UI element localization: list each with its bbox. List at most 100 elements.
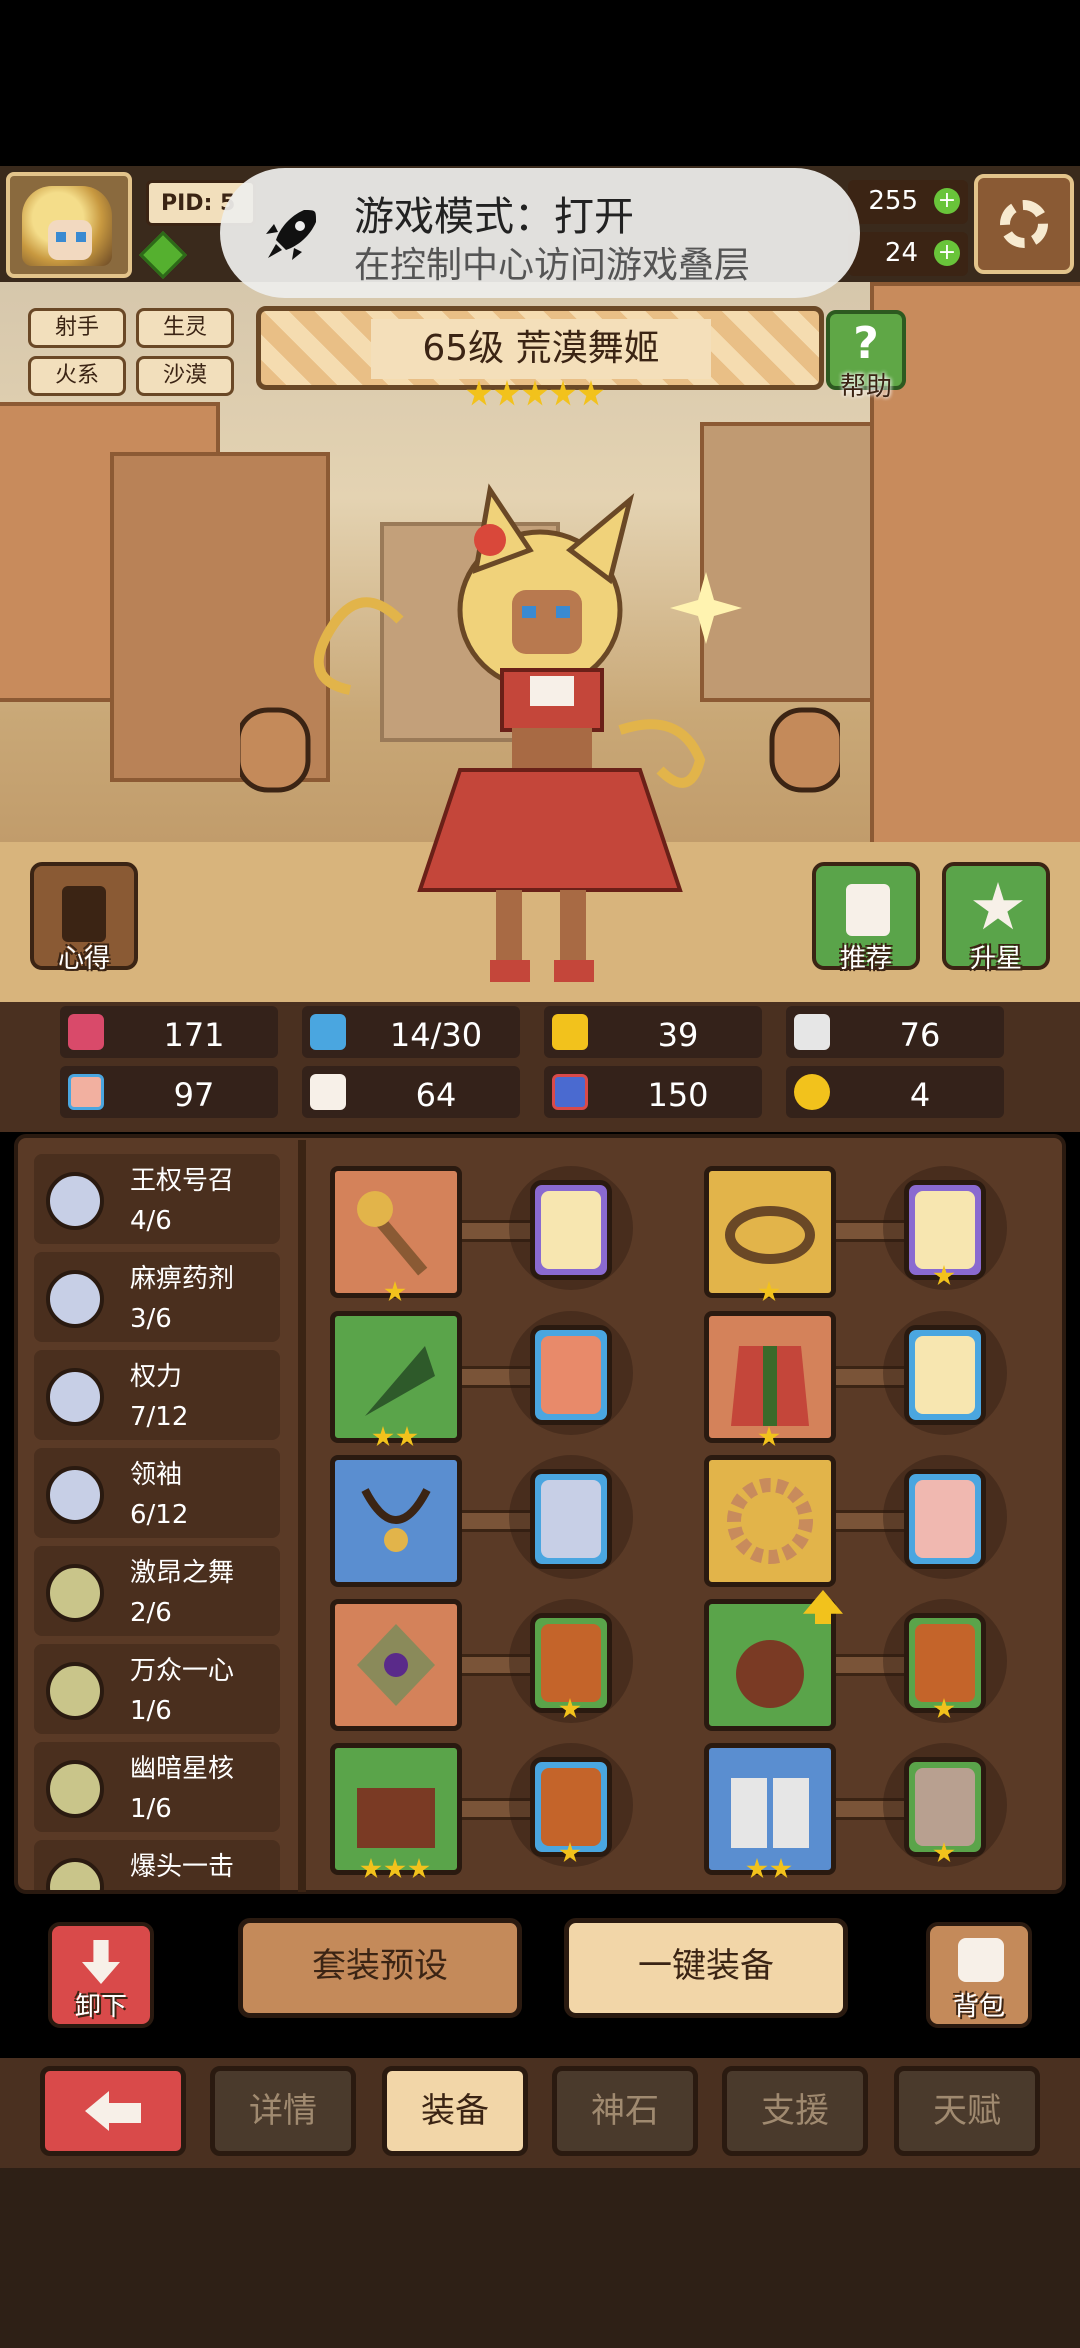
star-icon: [522, 380, 548, 406]
star-icon: [578, 380, 604, 406]
rune-card[interactable]: [530, 1325, 612, 1425]
set-emblem-icon: [46, 1368, 104, 1426]
one-click-equip-button[interactable]: 一键装备: [564, 1918, 848, 2018]
rune-card[interactable]: [530, 1469, 612, 1569]
set-item[interactable]: 王权号召 4/6: [34, 1154, 280, 1244]
unequip-label: 卸下: [74, 1992, 127, 2022]
star-icon: [384, 1858, 406, 1879]
stat-strength: 97: [60, 1066, 278, 1118]
rune-card[interactable]: [904, 1757, 986, 1863]
necklace-slot[interactable]: [330, 1455, 462, 1587]
stat-energy: 14/30: [302, 1006, 520, 1058]
set-item[interactable]: 爆头一击: [34, 1840, 280, 1890]
add-gem-button[interactable]: +: [934, 240, 960, 266]
tab-talent[interactable]: 天赋: [894, 2066, 1040, 2156]
star-icon: [396, 1426, 418, 1447]
add-gold-button[interactable]: +: [934, 188, 960, 214]
stat-speed: 76: [786, 1006, 1004, 1058]
boots-slot[interactable]: [704, 1743, 836, 1879]
pouch-slot[interactable]: [704, 1590, 843, 1731]
chest-slot[interactable]: [330, 1743, 462, 1879]
star-icon: [933, 1265, 955, 1286]
amulet-icon: [357, 1624, 435, 1706]
amulet-slot[interactable]: [330, 1599, 462, 1731]
set-emblem-icon: [46, 1760, 104, 1818]
set-emblem-icon: [46, 1466, 104, 1524]
panel-divider: [298, 1140, 306, 1892]
rune-card[interactable]: [904, 1469, 986, 1569]
star-icon: [933, 1698, 955, 1719]
ring-slot[interactable]: [704, 1455, 836, 1587]
tab-god-stone[interactable]: 神石: [552, 2066, 698, 2156]
down-arrow-icon: [82, 1940, 120, 1984]
bottom-background: [0, 2168, 1080, 2348]
star-icon: [559, 1698, 581, 1719]
weapon-slot[interactable]: [330, 1166, 462, 1302]
necklace-icon: [361, 1488, 431, 1552]
rune-card[interactable]: [530, 1757, 612, 1863]
rune-card[interactable]: [904, 1325, 986, 1425]
hero-star-rating: [466, 380, 614, 416]
set-item[interactable]: 领袖 6/12: [34, 1448, 280, 1538]
tag-region: 沙漠: [136, 356, 234, 396]
unequip-button[interactable]: 卸下: [48, 1922, 154, 2028]
set-preset-button[interactable]: 套装预设: [238, 1918, 522, 2018]
stat-defense: 39: [544, 1006, 762, 1058]
armor-slot[interactable]: [704, 1311, 836, 1447]
backpack-icon: [958, 1938, 1004, 1982]
bottom-tab-bar: 详情 装备 神石 支援 天赋: [0, 2058, 1080, 2168]
boots-icon: [731, 1778, 809, 1848]
book-icon: [310, 1074, 346, 1110]
star-icon: [559, 1842, 581, 1863]
rune-card[interactable]: [530, 1180, 612, 1280]
rune-card[interactable]: [904, 1613, 986, 1719]
hero-character-sprite: [240, 483, 840, 982]
set-emblem-icon: [46, 1662, 104, 1720]
crown-icon: [725, 1206, 815, 1264]
set-item[interactable]: 万众一心 1/6: [34, 1644, 280, 1734]
star-icon: [466, 380, 492, 406]
tag-element: 火系: [28, 356, 126, 396]
tag-race: 生灵: [136, 308, 234, 348]
robe-icon: [731, 1346, 809, 1426]
tab-details[interactable]: 详情: [210, 2066, 356, 2156]
rune-card[interactable]: [530, 1613, 612, 1719]
set-emblem-icon: [46, 1858, 104, 1890]
player-avatar[interactable]: [6, 172, 132, 278]
settings-button[interactable]: [974, 174, 1074, 274]
tab-equipment[interactable]: 装备: [382, 2066, 528, 2156]
stat-agility: 150: [544, 1066, 762, 1118]
set-item[interactable]: 激昂之舞 2/6: [34, 1546, 280, 1636]
boot-icon: [552, 1074, 588, 1110]
star-icon: [372, 1426, 394, 1447]
game-mode-toast: 游戏模式：打开 在控制中心访问游戏叠层: [220, 168, 860, 298]
tab-support[interactable]: 支援: [722, 2066, 868, 2156]
thumbs-up-icon: [846, 884, 890, 936]
stat-luck: 4: [786, 1066, 1004, 1118]
gold-counter: 255 +: [848, 180, 968, 224]
star-icon: [770, 1858, 792, 1879]
star-icon: [973, 882, 1023, 930]
backpack-button[interactable]: 背包: [926, 1922, 1032, 2028]
notes-label: 心得: [57, 944, 110, 974]
rocket-icon: [266, 210, 316, 260]
set-item[interactable]: 麻痹药剂 3/6: [34, 1252, 280, 1342]
set-item[interactable]: 权力 7/12: [34, 1350, 280, 1440]
set-bonus-list[interactable]: 王权号召 4/6 麻痹药剂 3/6 权力 7/12 领袖 6/12 激昂之舞 2/6 万众…: [30, 1150, 288, 1890]
star-icon: [746, 1858, 768, 1879]
upgrade-star-label: 升星: [969, 944, 1022, 974]
crown-slot[interactable]: [704, 1166, 836, 1302]
leaf-blade-icon: [365, 1346, 435, 1416]
set-item[interactable]: 幽暗星核 1/6: [34, 1742, 280, 1832]
weapon-slot[interactable]: [330, 1311, 462, 1447]
gold-amount: 255: [868, 186, 918, 216]
equipment-action-bar: 卸下 套装预设 一键装备 背包: [20, 1898, 1060, 2058]
back-button[interactable]: [40, 2066, 186, 2156]
help-label: 帮助: [839, 372, 892, 402]
stat-health: 171: [60, 1006, 278, 1058]
star-icon: [933, 1842, 955, 1863]
horseshoe-icon: [794, 1074, 830, 1110]
water-drop-icon: [310, 1014, 346, 1050]
set-emblem-icon: [46, 1270, 104, 1328]
rune-card[interactable]: [904, 1180, 986, 1286]
